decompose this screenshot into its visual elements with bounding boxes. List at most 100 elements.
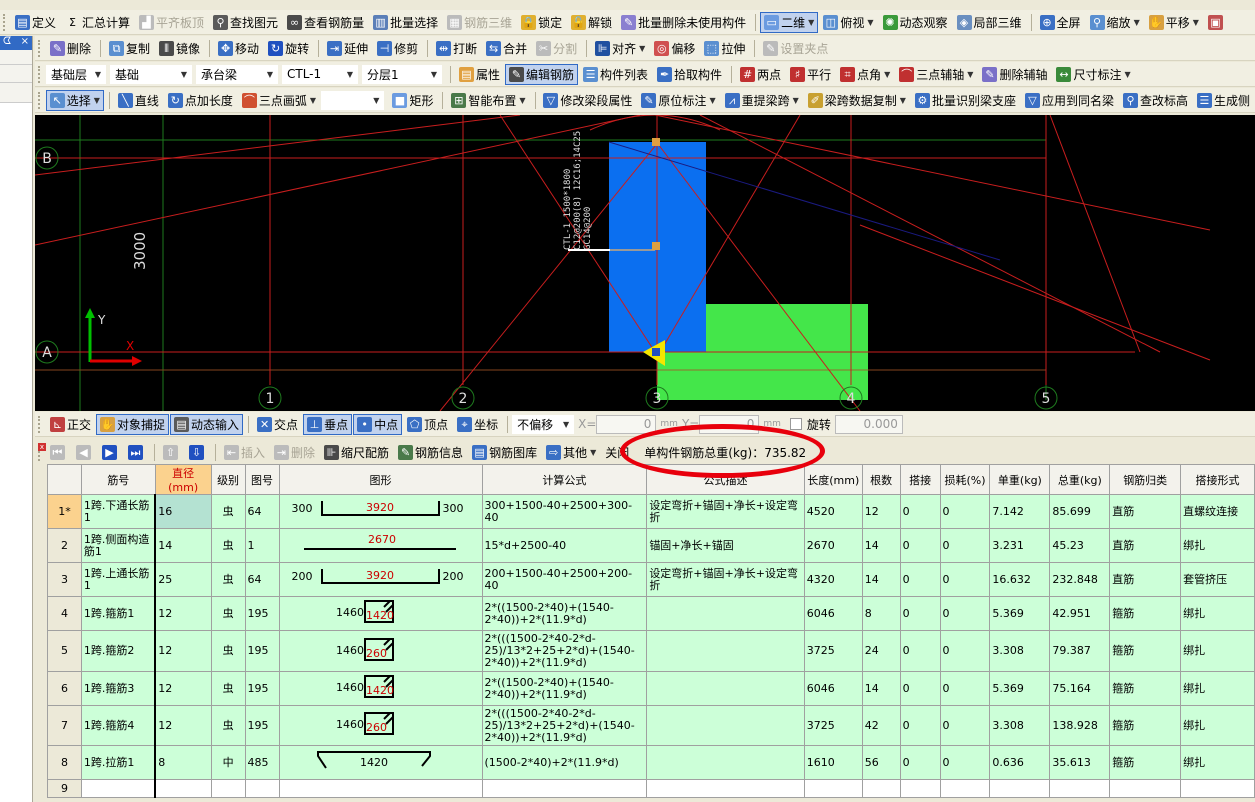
- formula-description-cell[interactable]: 锚固+净长+锚固: [646, 528, 805, 563]
- toolbar-grip[interactable]: [38, 415, 42, 433]
- toolbar-button-in-situ-annotation[interactable]: ✎ 原位标注 ▼: [637, 90, 719, 111]
- toolbar-button-break[interactable]: ⇹ 打断: [432, 38, 481, 59]
- toolbar-button-rebar-info[interactable]: ✎ 钢筋信息: [394, 442, 467, 463]
- formula-cell[interactable]: [481, 779, 648, 798]
- toolbar-button-point-length[interactable]: ↻ 点加长度: [164, 90, 237, 111]
- offset-select[interactable]: 不偏移 ▼: [512, 414, 575, 434]
- toolbar-button-define[interactable]: ▤ 定义: [11, 12, 60, 33]
- toolbar-button-properties[interactable]: ▤ 属性: [455, 64, 504, 85]
- formula-cell[interactable]: 2*(((1500-2*40-2*d-25)/13*2+25+2*d)+(154…: [481, 705, 648, 746]
- total-weight-cell[interactable]: 79.387: [1049, 630, 1111, 672]
- toolbar-button-mirror[interactable]: ⫴ 镜像: [155, 38, 204, 59]
- row-number[interactable]: 2: [47, 528, 82, 563]
- pin-icon[interactable]: ᗧ: [3, 36, 11, 50]
- toolbar-button-move-down[interactable]: ⇩: [185, 442, 210, 463]
- loss-cell[interactable]: 0: [939, 705, 991, 746]
- toolbar-button-dynamic-input[interactable]: ▤ 动态输入: [170, 413, 244, 435]
- category-cell[interactable]: 直筋: [1109, 562, 1182, 597]
- toolbar-button-identify-support[interactable]: ⚙ 批量识别梁支座: [911, 90, 1020, 111]
- diameter-cell[interactable]: 12: [154, 630, 212, 672]
- grade-cell[interactable]: [210, 779, 246, 798]
- diameter-cell[interactable]: 12: [154, 671, 212, 706]
- category-cell[interactable]: 直筋: [1109, 494, 1182, 529]
- total-weight-cell[interactable]: 75.164: [1049, 671, 1111, 706]
- toolbar-button-apply-same-name[interactable]: ▽ 应用到同名梁: [1021, 90, 1118, 111]
- table-row[interactable]: 3 1跨.上通长筋1 25 虫 64 200 3920 200 200+1500-40+2500…: [47, 562, 1255, 597]
- toolbar-button-copy-span-data[interactable]: ✐ 梁跨数据复制 ▼: [804, 90, 910, 111]
- bar-name-cell[interactable]: 1跨.上通长筋1: [80, 562, 157, 597]
- shape-cell[interactable]: [278, 779, 483, 798]
- toolbar-button-smart-layout[interactable]: ⊞ 智能布置 ▼: [447, 90, 529, 111]
- toolbar-button-eraser[interactable]: ✎ 删除: [46, 38, 95, 59]
- toolbar-button-merge[interactable]: ⇆ 合并: [482, 38, 531, 59]
- table-row[interactable]: 9: [47, 779, 1255, 798]
- length-cell[interactable]: 4520: [803, 494, 863, 529]
- toolbar-button-rebar-library[interactable]: ▤ 钢筋图库: [468, 442, 541, 463]
- column-header[interactable]: 级别: [210, 464, 246, 495]
- toolbar-button-vertex[interactable]: ⬠ 顶点: [403, 414, 452, 435]
- rotate-checkbox[interactable]: [789, 418, 802, 430]
- loss-cell[interactable]: 0: [939, 494, 991, 529]
- diameter-cell[interactable]: 14: [154, 528, 212, 563]
- column-header[interactable]: 单重(kg): [989, 464, 1051, 495]
- shape-cell[interactable]: 1460 1420: [278, 596, 483, 631]
- shape-cell[interactable]: 200 3920 200: [278, 562, 483, 597]
- column-header[interactable]: [47, 464, 82, 495]
- loss-cell[interactable]: 0: [939, 671, 991, 706]
- toolbar-button-orbit[interactable]: ✺ 动态观察: [879, 12, 952, 33]
- toolbar-button-last[interactable]: ⏭: [124, 442, 149, 463]
- toolbar-button-align-top[interactable]: ▟ 平齐板顶: [135, 12, 208, 33]
- lap-type-cell[interactable]: 直螺纹连接: [1180, 494, 1255, 529]
- toolbar-button-midpoint[interactable]: • 中点: [353, 413, 403, 435]
- toolbar-button-two-point[interactable]: # 两点: [736, 64, 785, 85]
- loss-cell[interactable]: [939, 779, 991, 798]
- grade-cell[interactable]: 虫: [210, 596, 246, 631]
- formula-description-cell[interactable]: [646, 745, 805, 780]
- total-weight-cell[interactable]: 45.23: [1049, 528, 1111, 563]
- formula-cell[interactable]: 15*d+2500-40: [481, 528, 648, 563]
- toolbar-button-local-3d[interactable]: ◈ 局部三维: [953, 12, 1026, 33]
- layer-select[interactable]: CTL-1 ▼: [282, 64, 358, 84]
- length-cell[interactable]: [803, 779, 863, 798]
- figure-number-cell[interactable]: 64: [244, 562, 280, 597]
- length-cell[interactable]: 6046: [803, 596, 863, 631]
- formula-cell[interactable]: 200+1500-40+2500+200-40: [481, 562, 648, 597]
- figure-number-cell[interactable]: 1: [244, 528, 280, 563]
- shape-cell[interactable]: 1420: [278, 745, 483, 780]
- row-number[interactable]: 1*: [47, 494, 82, 529]
- lap-cell[interactable]: 0: [899, 705, 941, 746]
- toolbar-button-pick-component[interactable]: ✒ 拾取构件: [653, 64, 726, 85]
- layer-select[interactable]: 分层1 ▼: [362, 64, 442, 84]
- toolbar-button-move-up[interactable]: ⇧: [159, 442, 184, 463]
- toolbar-button-binoculars[interactable]: ⚲ 查找图元: [209, 12, 282, 33]
- lap-cell[interactable]: 0: [899, 671, 941, 706]
- layer-select[interactable]: 基础 ▼: [110, 64, 192, 84]
- toolbar-button-ortho[interactable]: ⊾ 正交: [46, 414, 95, 435]
- loss-cell[interactable]: 0: [939, 562, 991, 597]
- diameter-cell[interactable]: 25: [154, 562, 212, 597]
- figure-number-cell[interactable]: 195: [244, 671, 280, 706]
- toolbar-button-rectangle[interactable]: ■ 矩形: [388, 90, 437, 111]
- category-cell[interactable]: 箍筋: [1109, 596, 1182, 631]
- formula-description-cell[interactable]: 设定弯折+锚固+净长+设定弯折: [646, 562, 805, 597]
- toolbar-button-modify-elevation[interactable]: ⚲ 查改标高: [1119, 90, 1192, 111]
- lap-cell[interactable]: 0: [899, 494, 941, 529]
- total-weight-cell[interactable]: 232.848: [1049, 562, 1111, 597]
- bar-name-cell[interactable]: 1跨.箍筋3: [80, 671, 157, 706]
- toolbar-button-delete-row[interactable]: ⇥ 删除: [270, 442, 319, 463]
- category-cell[interactable]: 箍筋: [1109, 671, 1182, 706]
- toolbar-button-extend[interactable]: ⇥ 延伸: [323, 38, 372, 59]
- menu-bar[interactable]: [0, 0, 1255, 9]
- unit-weight-cell[interactable]: 3.231: [989, 528, 1051, 563]
- lap-cell[interactable]: 0: [899, 630, 941, 672]
- lap-type-cell[interactable]: 绑扎: [1180, 671, 1255, 706]
- loss-cell[interactable]: 0: [939, 596, 991, 631]
- toolbar-button-coordinate[interactable]: ⌖ 坐标: [453, 414, 502, 435]
- category-cell[interactable]: [1109, 779, 1182, 798]
- lap-cell[interactable]: [899, 779, 941, 798]
- bar-name-cell[interactable]: [80, 779, 157, 798]
- toolbar-grip[interactable]: [38, 65, 42, 83]
- layer-select[interactable]: 基础层 ▼: [46, 64, 106, 84]
- formula-cell[interactable]: 300+1500-40+2500+300-40: [481, 494, 648, 529]
- length-cell[interactable]: 4320: [803, 562, 863, 597]
